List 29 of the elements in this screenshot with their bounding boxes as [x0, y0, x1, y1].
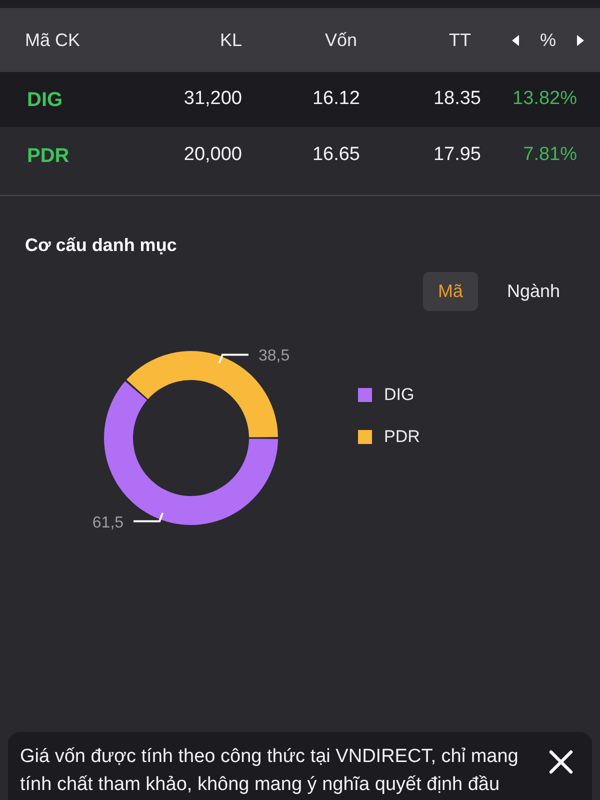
segment-tab[interactable]: Ngành [492, 272, 575, 311]
column-header: Mã CK [25, 30, 80, 50]
column-header: Vốn [324, 30, 357, 50]
section-title: Cơ cấu danh mục [25, 235, 177, 255]
column-header: TT [449, 30, 471, 50]
legend-label: PDR [384, 426, 420, 448]
table-cell: 13.82% [512, 88, 577, 110]
ticker-symbol: DIG [27, 88, 63, 110]
table-cell: 31,200 [184, 88, 242, 110]
column-header: % [540, 28, 556, 52]
leader-line [218, 354, 248, 364]
table-cell: 17.95 [433, 144, 481, 166]
segment-tab[interactable]: Mã [422, 272, 478, 311]
table-cell: 16.65 [312, 144, 360, 166]
notice-text: Giá vốn được tính theo công thức tại VNDIRECT, chỉ mang tính chất tham khảo, không mang ý nghĩa quyết định đầu [20, 745, 518, 797]
data-label: 38,5 [258, 348, 290, 365]
caret-right-icon[interactable] [577, 34, 584, 46]
column-header: KL [220, 30, 242, 50]
table-cell: 7.81% [523, 144, 577, 166]
table-cell: 16.12 [312, 88, 360, 110]
table-cell: 18.35 [433, 88, 481, 110]
table-cell: 20,000 [184, 144, 242, 166]
data-label: 61,5 [92, 514, 124, 532]
ticker-symbol: PDR [27, 144, 70, 166]
leader-line [134, 512, 164, 522]
caret-left-icon[interactable] [512, 34, 519, 46]
close-button[interactable] [549, 750, 573, 774]
legend-label: DIG [384, 384, 414, 406]
close-icon [549, 750, 573, 774]
